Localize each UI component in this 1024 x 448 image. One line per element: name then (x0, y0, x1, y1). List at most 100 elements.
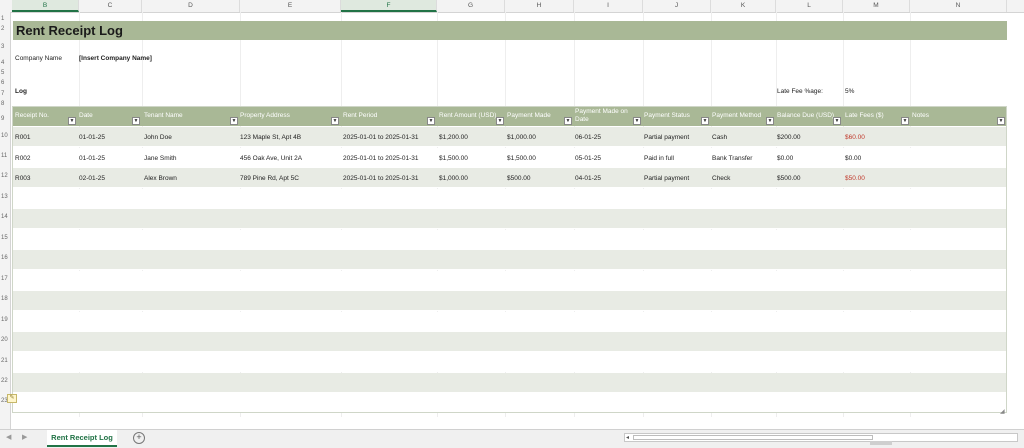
row-number[interactable]: 12 (0, 173, 10, 179)
cell-balance-due[interactable]: $500.00 (777, 175, 801, 182)
cell-payment-made[interactable]: $1,000.00 (507, 134, 536, 141)
table-row[interactable] (13, 250, 1007, 270)
column-header-b[interactable]: B (12, 0, 79, 12)
filter-dropdown-icon[interactable]: ▼ (901, 117, 909, 125)
header-notes[interactable]: Notes (912, 107, 929, 126)
header-date[interactable]: Date (79, 107, 93, 126)
cell-tenant-name[interactable]: Jane Smith (144, 155, 177, 162)
table-row[interactable] (13, 189, 1007, 209)
cell-rent-amount[interactable]: $1,200.00 (439, 134, 468, 141)
filter-dropdown-icon[interactable]: ▼ (633, 117, 641, 125)
cell-payment-method[interactable]: Cash (712, 134, 727, 141)
table-row[interactable] (13, 209, 1007, 229)
row-number[interactable]: 22 (0, 378, 10, 384)
paste-options-icon[interactable]: ✎ (7, 394, 17, 403)
header-property-address[interactable]: Property Address (240, 107, 290, 126)
cell-rent-period[interactable]: 2025-01-01 to 2025-01-31 (343, 175, 419, 182)
header-rent-period[interactable]: Rent Period (343, 107, 377, 126)
column-header-k[interactable]: K (711, 0, 776, 12)
cell-date[interactable]: 01-01-25 (79, 155, 105, 162)
cell-rent-amount[interactable]: $1,000.00 (439, 175, 468, 182)
column-header-h[interactable]: H (505, 0, 574, 12)
table-row[interactable]: R002 01-01-25 Jane Smith 456 Oak Ave, Un… (13, 148, 1007, 168)
cell-balance-due[interactable]: $200.00 (777, 134, 801, 141)
row-number[interactable]: 16 (0, 255, 10, 261)
row-number[interactable]: 2 (0, 26, 10, 32)
row-number[interactable]: 5 (0, 70, 10, 76)
table-row[interactable]: R001 01-01-25 John Doe 123 Maple St, Apt… (13, 127, 1007, 147)
header-balance-due[interactable]: Balance Due (USD) (777, 107, 834, 126)
cell-payment-status[interactable]: Partial payment (644, 175, 689, 182)
company-name-value[interactable]: [Insert Company Name] (79, 55, 152, 62)
title-banner[interactable]: Rent Receipt Log (13, 21, 1007, 40)
filter-dropdown-icon[interactable]: ▼ (701, 117, 709, 125)
cell-payment-status[interactable]: Partial payment (644, 134, 689, 141)
table-row[interactable] (13, 332, 1007, 352)
table-row[interactable] (13, 352, 1007, 372)
sheet-tab-rent-receipt-log[interactable]: Rent Receipt Log (47, 430, 117, 447)
cell-payment-made[interactable]: $500.00 (507, 175, 531, 182)
column-header-d[interactable]: D (142, 0, 240, 12)
cell-payment-date[interactable]: 05-01-25 (575, 155, 601, 162)
row-number[interactable]: 9 (0, 116, 10, 122)
cell-date[interactable]: 01-01-25 (79, 134, 105, 141)
column-header-i[interactable]: I (574, 0, 643, 12)
row-number[interactable]: 4 (0, 60, 10, 66)
cell-payment-date[interactable]: 06-01-25 (575, 134, 601, 141)
row-number[interactable]: 1 (0, 16, 10, 22)
cell-late-fees[interactable]: $60.00 (845, 134, 865, 141)
cell-date[interactable]: 02-01-25 (79, 175, 105, 182)
row-number[interactable]: 3 (0, 44, 10, 50)
column-header-j[interactable]: J (643, 0, 711, 12)
table-row[interactable] (13, 393, 1007, 413)
row-number[interactable]: 18 (0, 296, 10, 302)
cell-receipt-no[interactable]: R003 (15, 175, 31, 182)
add-sheet-icon[interactable]: + (133, 432, 145, 444)
scroll-left-arrow-icon[interactable]: ◂ (626, 434, 629, 441)
cell-payment-method[interactable]: Check (712, 175, 730, 182)
row-number[interactable]: 10 (0, 133, 10, 139)
cell-property-address[interactable]: 456 Oak Ave, Unit 2A (240, 155, 302, 162)
row-number[interactable]: 8 (0, 101, 10, 107)
cell-payment-status[interactable]: Paid in full (644, 155, 674, 162)
cell-rent-amount[interactable]: $1,500.00 (439, 155, 468, 162)
header-payment-method[interactable]: Payment Method (712, 107, 761, 126)
row-number[interactable]: 20 (0, 337, 10, 343)
header-payment-made-on-date[interactable]: Payment Made on Date (575, 107, 630, 126)
horizontal-scrollbar[interactable]: ◂ (624, 433, 1018, 442)
cell-tenant-name[interactable]: Alex Brown (144, 175, 177, 182)
cell-property-address[interactable]: 789 Pine Rd, Apt 5C (240, 175, 299, 182)
cell-payment-made[interactable]: $1,500.00 (507, 155, 536, 162)
row-number[interactable]: 14 (0, 214, 10, 220)
column-header-g[interactable]: G (437, 0, 505, 12)
header-late-fees[interactable]: Late Fees ($) (845, 107, 884, 126)
table-row[interactable]: R003 02-01-25 Alex Brown 789 Pine Rd, Ap… (13, 168, 1007, 188)
filter-dropdown-icon[interactable]: ▼ (331, 117, 339, 125)
horizontal-scroll-thumb[interactable] (633, 435, 873, 440)
header-payment-status[interactable]: Payment Status (644, 107, 690, 126)
row-number[interactable]: 21 (0, 358, 10, 364)
cell-payment-method[interactable]: Bank Transfer (712, 155, 752, 162)
filter-dropdown-icon[interactable]: ▼ (997, 117, 1005, 125)
late-fee-value[interactable]: 5% (845, 88, 854, 95)
filter-dropdown-icon[interactable]: ▼ (427, 117, 435, 125)
cell-balance-due[interactable]: $0.00 (777, 155, 793, 162)
cell-late-fees[interactable]: $50.00 (845, 175, 865, 182)
column-header-f[interactable]: F (341, 0, 437, 12)
row-number[interactable]: 11 (0, 153, 10, 159)
cell-rent-period[interactable]: 2025-01-01 to 2025-01-31 (343, 155, 419, 162)
cell-receipt-no[interactable]: R002 (15, 155, 31, 162)
cell-late-fees[interactable]: $0.00 (845, 155, 861, 162)
filter-dropdown-icon[interactable]: ▼ (132, 117, 140, 125)
table-row[interactable] (13, 291, 1007, 311)
filter-dropdown-icon[interactable]: ▼ (766, 117, 774, 125)
row-number[interactable]: 15 (0, 235, 10, 241)
scroll-sheets-left-icon[interactable]: ◀ (6, 433, 11, 441)
cell-receipt-no[interactable]: R001 (15, 134, 31, 141)
header-payment-made[interactable]: Payment Made (507, 107, 551, 126)
header-rent-amount[interactable]: Rent Amount (USD) (439, 107, 496, 126)
column-header-c[interactable]: C (79, 0, 142, 12)
table-row[interactable] (13, 373, 1007, 393)
column-header-m[interactable]: M (843, 0, 910, 12)
header-tenant-name[interactable]: Tenant Name (144, 107, 183, 126)
